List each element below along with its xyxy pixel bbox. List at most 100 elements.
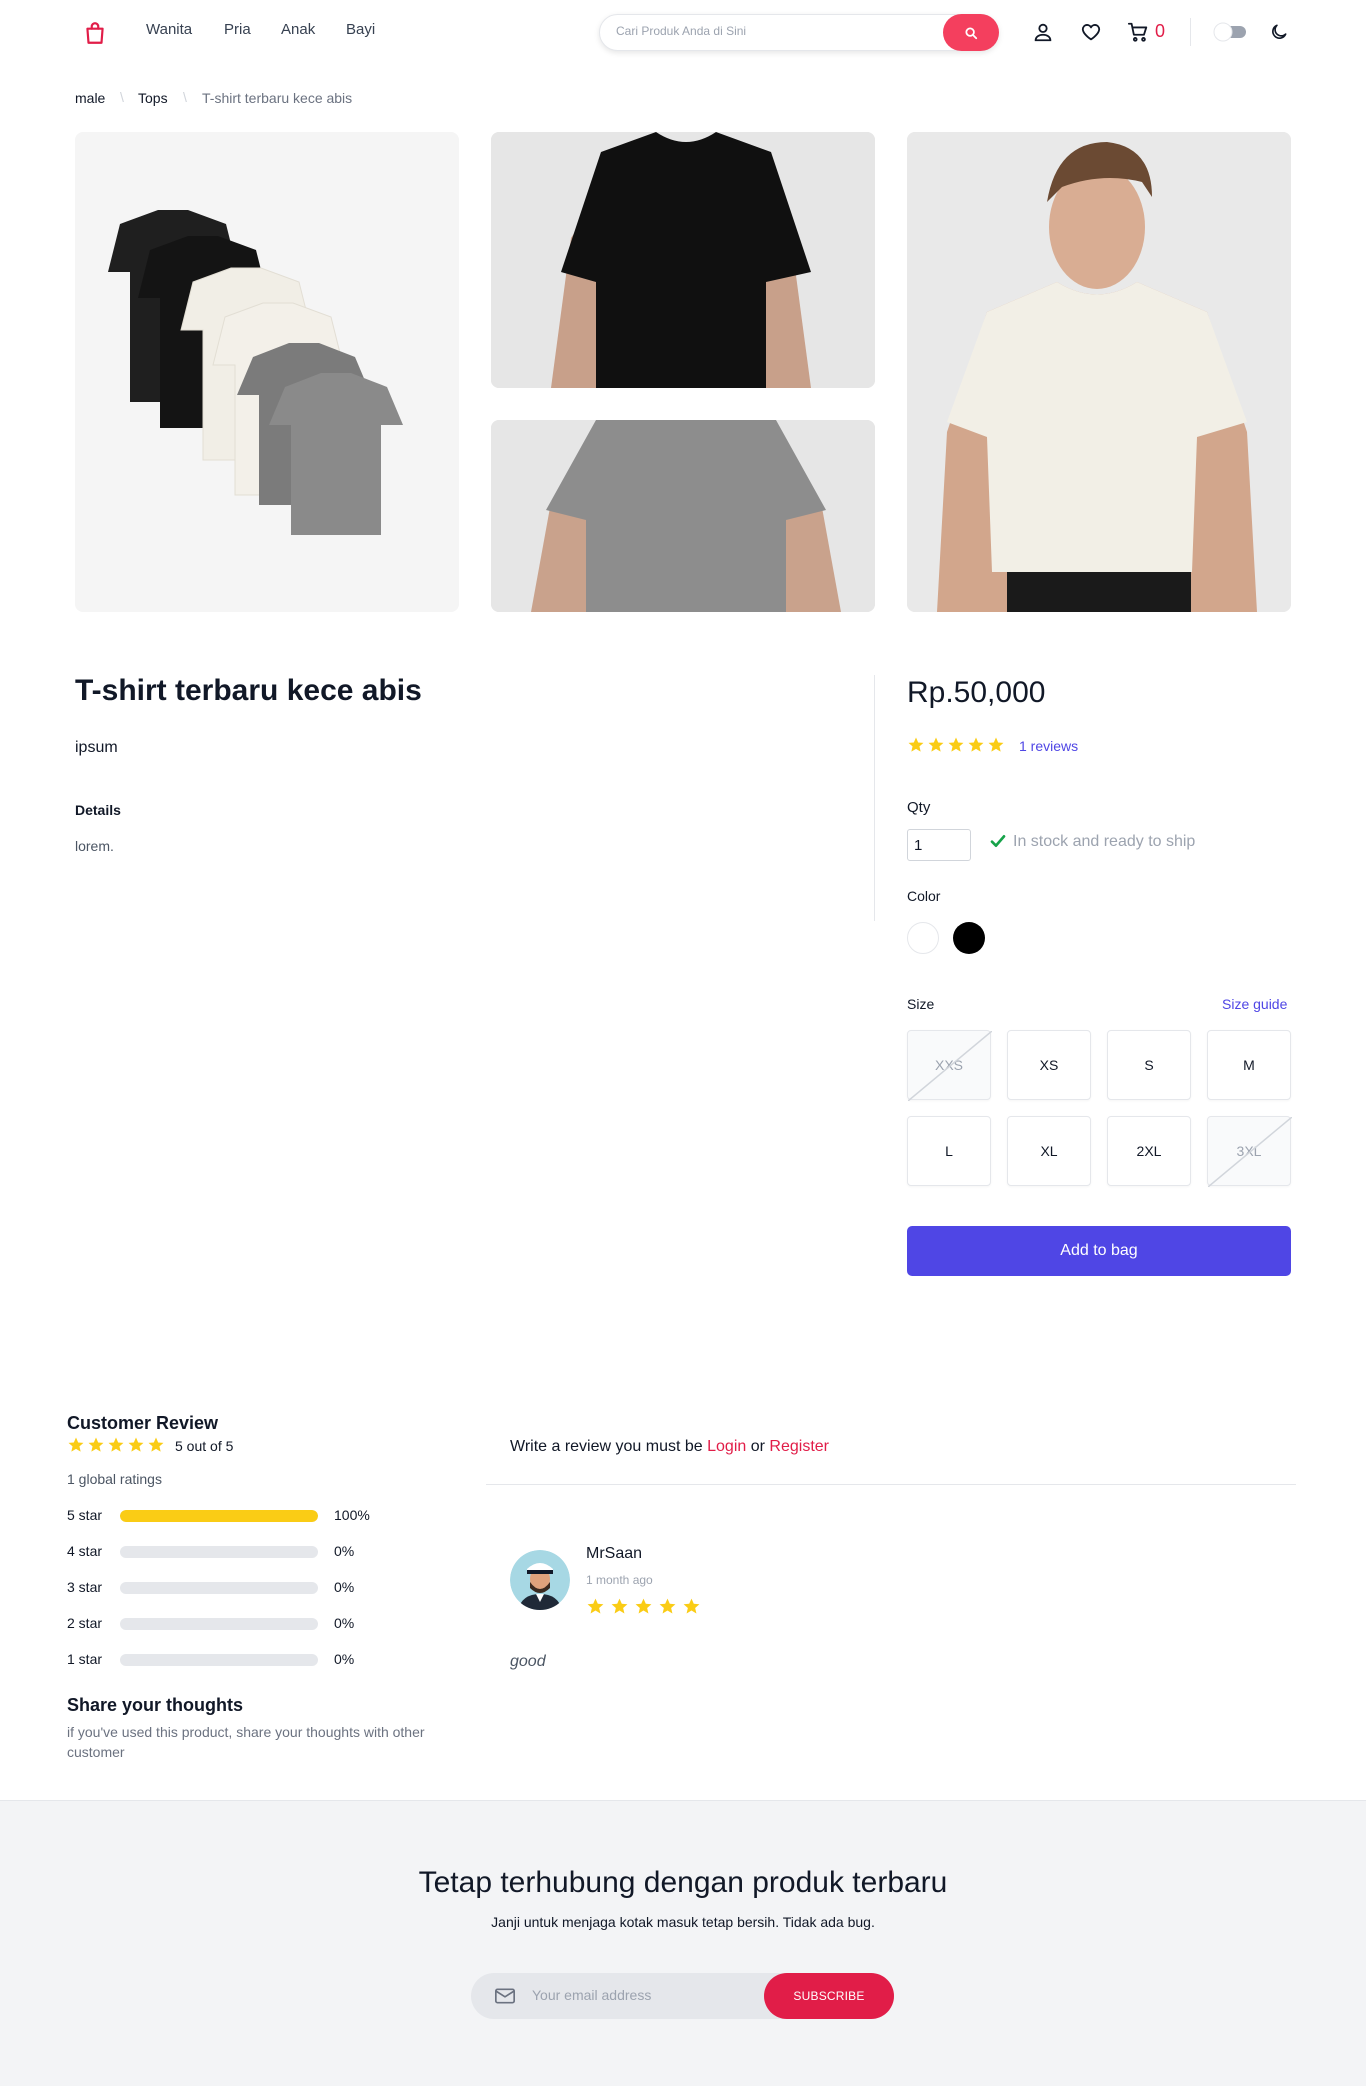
star-icon xyxy=(907,736,925,759)
email-input[interactable] xyxy=(532,1987,732,2003)
breadcrumb-male[interactable]: male xyxy=(75,90,105,106)
header-divider xyxy=(1190,18,1191,46)
or-text: or xyxy=(750,1438,765,1455)
size-option-label: XS xyxy=(1039,1057,1059,1073)
color-swatch-black[interactable] xyxy=(953,922,985,954)
size-option-label: XL xyxy=(1040,1143,1058,1159)
size-option-label: S xyxy=(1144,1057,1154,1073)
breadcrumb-separator: \ xyxy=(183,89,187,105)
rating-bar-fill xyxy=(120,1510,318,1522)
subscribe-button[interactable]: SUBSCRIBE xyxy=(764,1973,894,2019)
size-option-xxs: XXS xyxy=(907,1030,992,1101)
product-title: T-shirt terbaru kece abis xyxy=(75,674,422,707)
search-bar xyxy=(599,14,999,51)
write-review-text: Write a review you must be xyxy=(510,1438,703,1455)
size-option-label: 2XL xyxy=(1136,1143,1162,1159)
mail-icon xyxy=(495,1988,515,2009)
nav-link-anak[interactable]: Anak xyxy=(281,21,315,38)
shopping-bag-logo-icon[interactable] xyxy=(82,20,108,46)
review-divider xyxy=(486,1484,1296,1485)
nav-link-bayi[interactable]: Bayi xyxy=(346,21,375,38)
product-image-stack xyxy=(75,132,459,612)
search-input[interactable] xyxy=(616,24,916,38)
user-icon[interactable] xyxy=(1029,18,1057,46)
size-label: Size xyxy=(907,996,935,1012)
moon-icon[interactable] xyxy=(1265,18,1293,46)
share-text: if you've used this product, share your … xyxy=(67,1724,425,1760)
review-stars xyxy=(586,1597,701,1621)
nav-link-pria[interactable]: Pria xyxy=(224,21,251,38)
color-swatch-white[interactable] xyxy=(907,922,939,954)
check-icon xyxy=(989,833,1007,854)
cart-icon[interactable] xyxy=(1124,18,1152,46)
product-image-black-tee xyxy=(491,132,875,388)
size-option-label: L xyxy=(945,1143,953,1159)
size-guide-link[interactable]: Size guide xyxy=(1222,996,1287,1012)
breadcrumb-current: T-shirt terbaru kece abis xyxy=(202,90,353,106)
star-icon xyxy=(658,1597,677,1621)
details-heading: Details xyxy=(75,802,121,818)
size-option-2xl[interactable]: 2XL xyxy=(1107,1116,1191,1186)
star-icon xyxy=(987,736,1005,759)
size-option-l[interactable]: L xyxy=(907,1116,991,1186)
rating-bar-label: 1 star xyxy=(67,1651,103,1667)
star-icon xyxy=(87,1436,105,1459)
newsletter-subtitle: Janji untuk menjaga kotak masuk tetap be… xyxy=(491,1914,875,1930)
star-icon xyxy=(127,1436,145,1459)
cart-count-badge: 0 xyxy=(1155,21,1166,41)
star-icon xyxy=(147,1436,165,1459)
customer-review-title: Customer Review xyxy=(67,1413,219,1433)
breadcrumb-tops[interactable]: Tops xyxy=(138,90,168,106)
rating-bar-track xyxy=(120,1510,318,1522)
theme-toggle-switch[interactable] xyxy=(1210,22,1254,42)
product-subtitle: ipsum xyxy=(75,739,118,756)
size-option-s[interactable]: S xyxy=(1107,1030,1191,1100)
write-review-prompt: Write a review you must be Login or Regi… xyxy=(510,1438,829,1456)
breadcrumb-separator: \ xyxy=(120,89,124,105)
star-icon xyxy=(947,736,965,759)
product-price: Rp.50,000 xyxy=(907,676,1046,709)
star-icon xyxy=(927,736,945,759)
site-header: Wanita Pria Anak Bayi 0 xyxy=(0,0,1366,64)
review-time: 1 month ago xyxy=(586,1573,653,1587)
reviewer-name: MrSaan xyxy=(586,1545,643,1562)
size-option-xs[interactable]: XS xyxy=(1007,1030,1091,1100)
product-rating-stars xyxy=(907,736,1005,759)
search-icon xyxy=(965,26,978,39)
star-icon xyxy=(610,1597,629,1621)
share-heading: Share your thoughts xyxy=(67,1695,244,1715)
reviews-link[interactable]: 1 reviews xyxy=(1019,738,1078,754)
size-option-3xl: 3XL xyxy=(1207,1116,1292,1187)
review-text: good xyxy=(510,1653,546,1670)
rating-summary-text: 5 out of 5 xyxy=(175,1438,234,1454)
rating-bar-percent: 100% xyxy=(334,1507,370,1523)
rating-bar-label: 3 star xyxy=(67,1579,103,1595)
color-label: Color xyxy=(907,888,941,904)
search-button[interactable] xyxy=(943,14,999,51)
rating-bar-percent: 0% xyxy=(334,1543,355,1559)
rating-bar-track xyxy=(120,1546,318,1558)
star-icon xyxy=(107,1436,125,1459)
rating-bar-percent: 0% xyxy=(334,1579,355,1595)
star-icon xyxy=(67,1436,85,1459)
summary-rating-stars xyxy=(67,1436,165,1459)
newsletter-section xyxy=(0,1800,1366,2086)
star-icon xyxy=(967,736,985,759)
qty-input[interactable] xyxy=(907,829,971,861)
product-image-model xyxy=(907,132,1291,612)
nav-link-wanita[interactable]: Wanita xyxy=(146,21,192,38)
product-image-grey-tee xyxy=(491,420,875,612)
size-option-m[interactable]: M xyxy=(1207,1030,1291,1100)
star-icon xyxy=(634,1597,653,1621)
heart-icon[interactable] xyxy=(1077,18,1105,46)
register-link[interactable]: Register xyxy=(769,1438,829,1455)
size-option-xl[interactable]: XL xyxy=(1007,1116,1091,1186)
reviewer-avatar xyxy=(510,1550,570,1610)
rating-bar-percent: 0% xyxy=(334,1615,355,1631)
login-link[interactable]: Login xyxy=(707,1438,746,1455)
rating-bar-label: 4 star xyxy=(67,1543,103,1559)
qty-label: Qty xyxy=(907,799,931,816)
rating-bar-label: 5 star xyxy=(67,1507,103,1523)
star-icon xyxy=(682,1597,701,1621)
add-to-bag-button[interactable]: Add to bag xyxy=(907,1226,1291,1276)
